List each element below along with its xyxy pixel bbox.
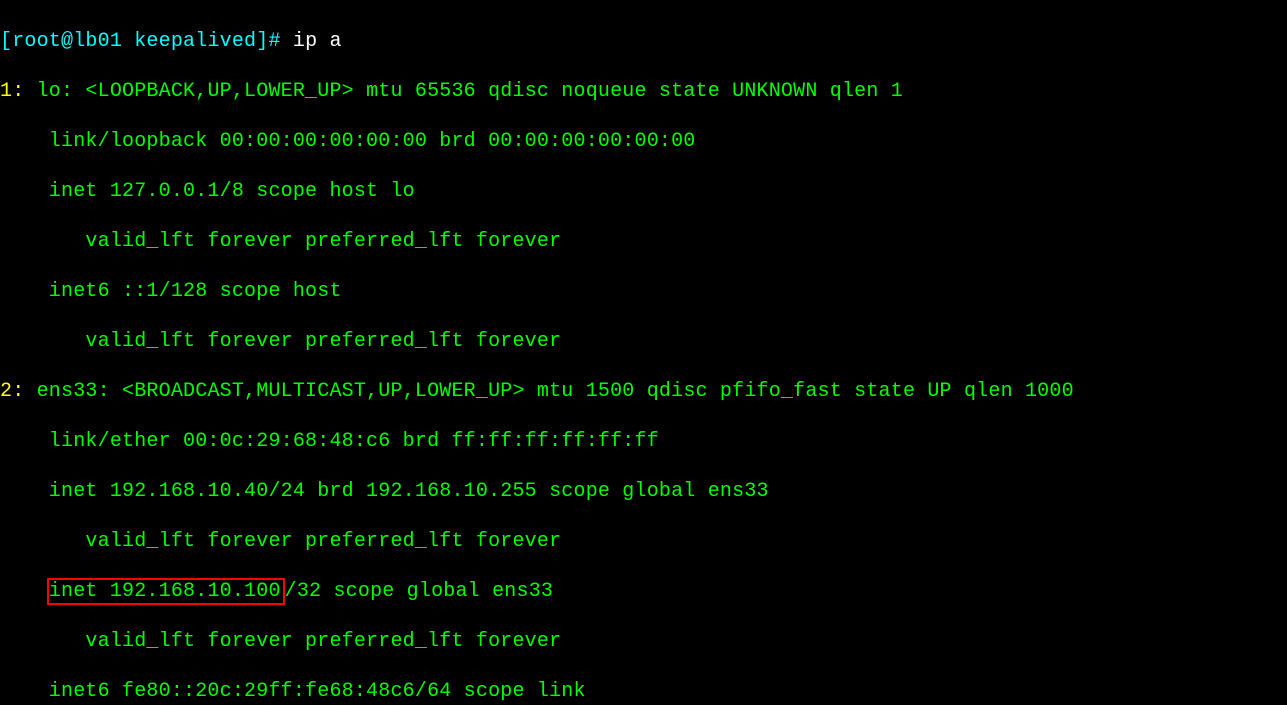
terminal-line: link/loopback 00:00:00:00:00:00 brd 00:0… xyxy=(0,129,1287,154)
highlight-box-vip: inet 192.168.10.100 xyxy=(47,578,285,605)
indent xyxy=(0,580,49,603)
iface-flags: <LOOPBACK,UP,LOWER_UP> mtu 65536 qdisc n… xyxy=(85,80,903,103)
rest-text: /32 scope global ens33 xyxy=(285,580,553,603)
terminal-line: [root@lb01 keepalived]# ip a xyxy=(0,29,1287,54)
terminal-line: inet6 fe80::20c:29ff:fe68:48c6/64 scope … xyxy=(0,679,1287,704)
iface-name: lo: xyxy=(37,80,86,103)
terminal-line: valid_lft forever preferred_lft forever xyxy=(0,529,1287,554)
terminal-line: inet 192.168.10.40/24 brd 192.168.10.255… xyxy=(0,479,1287,504)
iface-name: ens33: xyxy=(37,380,122,403)
prompt-bracket-open: [ xyxy=(0,30,12,53)
terminal-line: link/ether 00:0c:29:68:48:c6 brd ff:ff:f… xyxy=(0,429,1287,454)
terminal-line: valid_lft forever preferred_lft forever xyxy=(0,329,1287,354)
prompt-user-host: root@lb01 xyxy=(12,30,122,53)
terminal-line: valid_lft forever preferred_lft forever xyxy=(0,629,1287,654)
prompt-path: keepalived xyxy=(122,30,256,53)
iface-index: 1: xyxy=(0,80,37,103)
command-text: ip a xyxy=(293,30,342,53)
terminal-line: inet 192.168.10.100/32 scope global ens3… xyxy=(0,579,1287,604)
terminal-line: 2: ens33: <BROADCAST,MULTICAST,UP,LOWER_… xyxy=(0,379,1287,404)
terminal-line: inet6 ::1/128 scope host xyxy=(0,279,1287,304)
iface-flags: <BROADCAST,MULTICAST,UP,LOWER_UP> mtu 15… xyxy=(122,380,1074,403)
terminal[interactable]: [root@lb01 keepalived]# ip a 1: lo: <LOO… xyxy=(0,0,1287,705)
prompt-bracket-close: ]# xyxy=(256,30,293,53)
iface-index: 2: xyxy=(0,380,37,403)
terminal-line: valid_lft forever preferred_lft forever xyxy=(0,229,1287,254)
terminal-line: 1: lo: <LOOPBACK,UP,LOWER_UP> mtu 65536 … xyxy=(0,79,1287,104)
terminal-line: inet 127.0.0.1/8 scope host lo xyxy=(0,179,1287,204)
